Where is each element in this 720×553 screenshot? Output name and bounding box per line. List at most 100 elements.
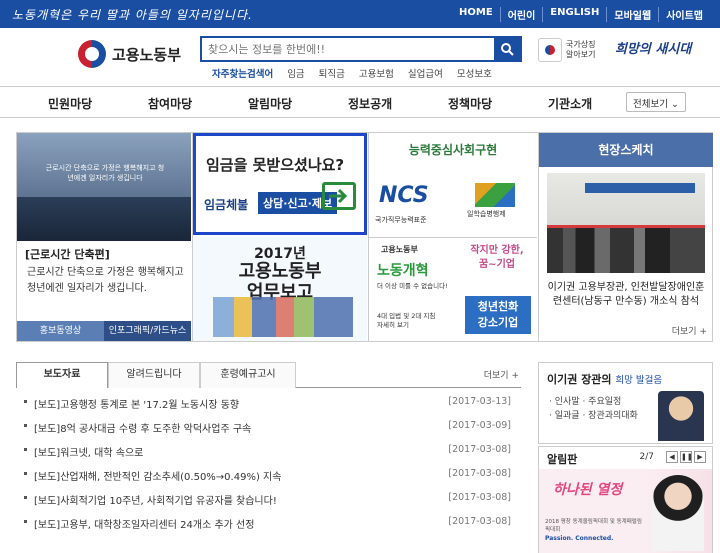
keyword-link[interactable]: 실업급여 bbox=[408, 66, 443, 80]
poster-slogan: Passion. Connected. bbox=[545, 535, 614, 542]
labor-reform-tags: 4대 입법 및 2대 지침 자세히 보기 bbox=[377, 312, 436, 329]
link-mobile[interactable]: 모바일웹 bbox=[606, 7, 658, 22]
labor-reform-banner[interactable]: 고용노동부 노동개혁 더 이상 미룰 수 없습니다! 4대 입법 및 2대 지침… bbox=[369, 237, 537, 341]
wage-banner: 임금을 못받으셨나요? 임금체불 상담·신고·제보 2017년 고용노동부 업무… bbox=[193, 133, 367, 341]
pause-icon[interactable]: ❚❚ bbox=[680, 451, 693, 463]
list-item[interactable]: [보도]고용부, 대학창조일자리센터 24개소 추가 선정 [2017-03-08… bbox=[16, 516, 521, 540]
banner-area: 근로시간 단축으로 가정은 행복해지고 청년에겐 일자리가 생깁니다 [근로시간… bbox=[16, 132, 713, 342]
news-tabs: 보도자료 알려드립니다 훈령예규고시 더보기 + bbox=[16, 362, 521, 388]
emblem-text-2: 알아보기 bbox=[566, 50, 596, 59]
wage-question: 임금을 못받으셨나요? bbox=[206, 156, 345, 174]
labor-reform-title: 노동개혁 bbox=[377, 263, 429, 279]
tab-promo-video[interactable]: 홍보동영상 bbox=[17, 321, 104, 341]
youth-friendly-badge: 청년친화 강소기업 bbox=[465, 296, 531, 334]
minister-schedule-link[interactable]: · 주요일정 bbox=[582, 397, 621, 407]
nav-policy[interactable]: 정책마당 bbox=[448, 95, 492, 112]
poster-title: 하나된 열정 bbox=[553, 482, 623, 498]
search-input[interactable] bbox=[202, 38, 492, 60]
stairs-icon bbox=[475, 183, 515, 207]
banner-description: 근로시간 단축으로 가정은 행복해지고 청년에겐 일자리가 생깁니다. bbox=[27, 267, 184, 294]
notice-title: 알림판 bbox=[547, 453, 578, 466]
chevron-down-icon: ⌄ bbox=[671, 99, 679, 110]
poster-portrait bbox=[652, 475, 704, 551]
news-more[interactable]: 더보기 + bbox=[484, 368, 519, 381]
tab-press-release[interactable]: 보도자료 bbox=[16, 362, 108, 388]
minister-dialogue-link[interactable]: · 장관과의대화 bbox=[582, 411, 637, 421]
next-icon[interactable]: ▶ bbox=[694, 451, 706, 463]
photo-caption: 근로시간 단축으로 가정은 행복해지고 청년에겐 일자리가 생깁니다 bbox=[45, 164, 165, 182]
link-sitemap[interactable]: 사이트맵 bbox=[658, 7, 710, 22]
nav-disclosure[interactable]: 정보공개 bbox=[348, 95, 392, 112]
ministry-logo-small: 고용노동부 bbox=[381, 245, 418, 254]
workers-photo: 근로시간 단축으로 가정은 행복해지고 청년에겐 일자리가 생깁니다 bbox=[17, 133, 191, 241]
minister-title: 이기권 장관의 희망 발걸음 bbox=[547, 373, 663, 386]
notice-board: 알림판 2/7 ◀ ❚❚ ▶ 하나된 열정 2018 평창 동계올림픽대회 및 … bbox=[538, 446, 713, 553]
keyword-link[interactable]: 퇴직금 bbox=[319, 66, 345, 80]
taegeuk-flag-icon bbox=[538, 38, 562, 62]
prev-icon[interactable]: ◀ bbox=[666, 451, 678, 463]
keyword-link[interactable]: 고용보험 bbox=[359, 66, 394, 80]
nav-notice[interactable]: 알림마당 bbox=[248, 95, 292, 112]
notice-page-indicator: 2/7 bbox=[639, 452, 654, 462]
popular-keywords-label: 자주찾는검색어 bbox=[212, 69, 274, 80]
nav-civil[interactable]: 민원마당 bbox=[48, 95, 92, 112]
ministry-emblem-icon bbox=[78, 40, 106, 68]
competency-title: 능력중심사회구현 bbox=[408, 143, 498, 157]
city-illustration bbox=[213, 297, 353, 337]
nav-about[interactable]: 기관소개 bbox=[548, 95, 592, 112]
keyword-link[interactable]: 임금 bbox=[287, 66, 304, 80]
field-sketch-more[interactable]: 더보기 + bbox=[672, 324, 707, 337]
promo-video-banner[interactable]: 근로시간 단축으로 가정은 행복해지고 청년에겐 일자리가 생깁니다 [근로시간… bbox=[17, 133, 191, 341]
olympic-poster[interactable]: 하나된 열정 2018 평창 동계올림픽대회 및 동계패럴림픽대회 Passio… bbox=[539, 469, 712, 553]
search-box bbox=[200, 36, 522, 62]
ncs-subtitle: 국가직무능력표준 bbox=[375, 216, 427, 224]
minister-greeting-link[interactable]: · 인사말 bbox=[549, 397, 580, 407]
national-symbol-link[interactable]: 국가상징 알아보기 bbox=[538, 38, 595, 62]
search-button[interactable] bbox=[494, 38, 520, 60]
hope-slogan: 희망의 새시대 bbox=[615, 42, 692, 57]
poster-desc: 2018 평창 동계올림픽대회 및 동계패럴림픽대회 bbox=[545, 519, 642, 533]
competency-banner: 능력중심사회구현 NCS 국가직무능력표준 일학습병행제 고용노동부 노동개혁 … bbox=[369, 133, 537, 341]
report-title-line1: 고용노동부 bbox=[238, 261, 322, 282]
emblem-text-1: 국가상징 bbox=[566, 40, 596, 49]
link-english[interactable]: ENGLISH bbox=[542, 7, 606, 22]
ncs-logo[interactable]: NCS bbox=[379, 183, 429, 208]
minister-links: · 인사말 · 주요일정 · 일과글 · 장관과의대화 bbox=[549, 395, 638, 423]
tab-announcements[interactable]: 알려드립니다 bbox=[108, 362, 200, 388]
list-item[interactable]: [보도]고용행정 통계로 본 '17.2월 노동시장 동향 [2017-03-13… bbox=[16, 396, 521, 420]
list-item[interactable]: [보도]사회적기업 10주년, 사회적기업 유공자를 찾습니다! [2017-03… bbox=[16, 492, 521, 516]
site-logo[interactable]: 고용노동부 bbox=[78, 40, 181, 68]
logo-text: 고용노동부 bbox=[112, 45, 182, 64]
tab-infographic[interactable]: 인포그래픽/카드뉴스 bbox=[104, 321, 191, 341]
header: 고용노동부 자주찾는검색어 임금 퇴직금 고용보험 실업급여 모성보호 국가상징… bbox=[0, 28, 720, 86]
small-company-headline: 작지만 강한, 꿈~기업 bbox=[470, 245, 524, 270]
ceremony-photo[interactable] bbox=[547, 173, 705, 273]
notice-controls: ◀ ❚❚ ▶ bbox=[666, 451, 706, 463]
work-report-banner[interactable]: 2017년 고용노동부 업무보고 bbox=[193, 237, 367, 341]
list-item[interactable]: [보도]8억 공사대금 수령 후 도주한 악덕사업주 구속 [2017-03-09… bbox=[16, 420, 521, 444]
minister-writing-link[interactable]: · 일과글 bbox=[549, 411, 580, 421]
list-item[interactable]: [보도]워크넷, 대학 속으로 [2017-03-08] bbox=[16, 444, 521, 468]
tab-regulations[interactable]: 훈령예규고시 bbox=[200, 362, 296, 388]
news-list: [보도]고용행정 통계로 본 '17.2월 노동시장 동향 [2017-03-13… bbox=[16, 396, 521, 540]
list-item[interactable]: [보도]산업재해, 전반적인 감소추세(0.50%→0.49%) 지속 [2017… bbox=[16, 468, 521, 492]
banner-tabs: 홍보동영상 인포그래픽/카드뉴스 bbox=[17, 321, 191, 341]
popular-keywords: 자주찾는검색어 임금 퇴직금 고용보험 실업급여 모성보호 bbox=[212, 66, 492, 80]
link-home[interactable]: HOME bbox=[452, 7, 500, 22]
report-year: 2017년 bbox=[254, 246, 306, 262]
unpaid-wage-banner[interactable]: 임금을 못받으셨나요? 임금체불 상담·신고·제보 bbox=[193, 133, 367, 235]
nav-participation[interactable]: 참여마당 bbox=[148, 95, 192, 112]
view-all-menu-button[interactable]: 전체보기 ⌄ bbox=[626, 92, 686, 112]
field-sketch-caption[interactable]: 이기권 고용부장관, 인천발달장애인훈련센터(남동구 만수동) 개소식 참석 bbox=[547, 281, 705, 309]
wage-label: 임금체불 bbox=[204, 198, 249, 212]
utility-links: HOME 어린이 ENGLISH 모바일웹 사이트맵 bbox=[452, 7, 710, 22]
view-all-label: 전체보기 bbox=[633, 99, 668, 110]
keyword-link[interactable]: 모성보호 bbox=[457, 66, 492, 80]
main-navigation: 민원마당 참여마당 알림마당 정보공개 정책마당 기관소개 전체보기 ⌄ bbox=[0, 86, 720, 118]
banner-title: [근로시간 단축편] bbox=[25, 248, 110, 261]
top-bar: 노동개혁은 우리 딸과 아들의 일자리입니다. HOME 어린이 ENGLISH… bbox=[0, 0, 720, 28]
link-kids[interactable]: 어린이 bbox=[499, 7, 543, 22]
work-learning-link[interactable]: 일학습병행제 bbox=[465, 173, 525, 223]
field-sketch-title: 현장스케치 bbox=[539, 133, 713, 167]
labor-reform-sub: 더 이상 미룰 수 없습니다! bbox=[377, 282, 448, 290]
